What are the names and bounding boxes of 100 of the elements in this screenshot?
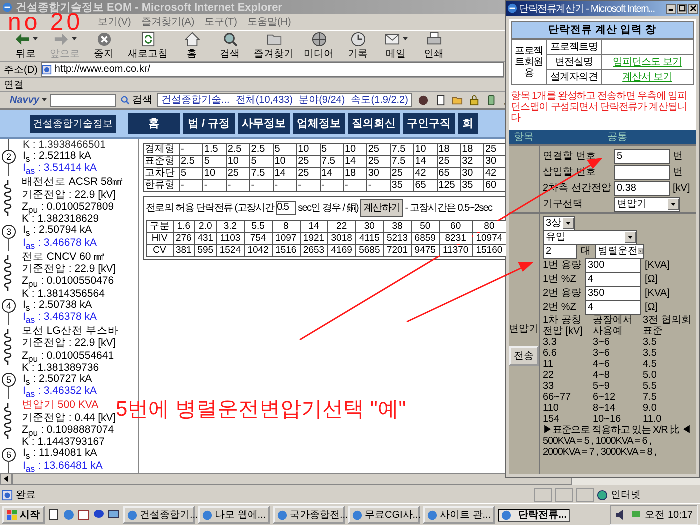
- document-icon[interactable]: [435, 94, 446, 106]
- start-button[interactable]: 시작: [2, 506, 45, 524]
- table-cell: 4~6: [593, 359, 643, 370]
- nav-tab[interactable]: 질의회신: [348, 113, 400, 134]
- window-title: 건설종합기술정보 EOM - Microsoft Internet Explorer: [16, 0, 282, 14]
- field-label: 2번 %Z: [543, 301, 578, 314]
- nav-tab[interactable]: 업체정보: [293, 113, 345, 134]
- lock-icon[interactable]: [469, 94, 480, 106]
- taskbar-button[interactable]: 나모 웹에...: [198, 506, 270, 524]
- node-value: 기준전압 : 22.9 [kV]: [22, 262, 116, 276]
- menu-item[interactable]: 도구(T): [204, 15, 238, 29]
- unit-label: [Ω]: [645, 302, 658, 312]
- table-cell: 18: [460, 144, 484, 156]
- menu-item[interactable]: 즐겨찾기(A): [141, 15, 195, 29]
- folder-icon[interactable]: [452, 94, 464, 106]
- nav-tab[interactable]: 회: [458, 113, 478, 134]
- table-cell-text: 154: [543, 414, 561, 425]
- address-field[interactable]: http://www.eom.co.kr/: [40, 62, 504, 77]
- scrollbar-thumb[interactable]: [12, 473, 572, 485]
- close-button[interactable]: [688, 4, 698, 14]
- taskbar-button[interactable]: 건설종합기...: [123, 506, 195, 524]
- taskbar-button[interactable]: 단락전류...: [498, 508, 570, 522]
- table-cell: 7.5: [390, 144, 414, 156]
- node-number: 2: [2, 150, 16, 164]
- dropdown[interactable]: 유입: [543, 230, 637, 244]
- cable-note: - 고장시간은 0.5~2sec: [405, 202, 492, 215]
- calculate-button[interactable]: 계산하기: [360, 199, 404, 217]
- toolbar-button[interactable]: 중지: [86, 31, 122, 61]
- toolbar-brand[interactable]: Navvy: [10, 94, 40, 106]
- input-field[interactable]: 0.38: [614, 180, 670, 196]
- caret-icon[interactable]: [42, 98, 48, 102]
- input-field[interactable]: 300: [585, 258, 641, 272]
- taskbar-button[interactable]: 사이트 관...: [423, 506, 495, 524]
- dropdown[interactable]: 병렬운전: [595, 244, 644, 258]
- table-cell: 2.5: [250, 144, 274, 156]
- taskbar-button[interactable]: 무료CGI사...: [348, 506, 420, 524]
- table-cell: 프로젝트회원용: [512, 40, 546, 84]
- address-label: 주소(D): [4, 64, 38, 76]
- battery-icon[interactable]: [486, 94, 498, 106]
- input-field[interactable]: 2: [543, 244, 577, 258]
- search-button[interactable]: 검색: [119, 93, 154, 107]
- taskbar-button[interactable]: 국가종합전...: [273, 506, 345, 524]
- input-field[interactable]: 350: [585, 286, 641, 300]
- unit-label: [Ω]: [645, 274, 658, 284]
- table-header: 공장에서 사용예: [593, 315, 643, 337]
- toolbar-button[interactable]: 인쇄: [416, 31, 452, 61]
- calendar-icon[interactable]: [78, 509, 90, 521]
- table-cell: 10: [343, 144, 367, 156]
- dropdown-arrow-icon: [638, 246, 643, 256]
- browser-icon: [202, 510, 213, 520]
- send-button[interactable]: 전송: [509, 346, 539, 366]
- time-input[interactable]: 0.5: [276, 201, 296, 215]
- site-stat: 전체(10,433): [236, 94, 294, 107]
- input-field[interactable]: 5: [614, 148, 670, 164]
- toolbar-button[interactable]: 메일: [378, 31, 414, 61]
- table-cell: 25: [390, 168, 414, 180]
- nav-tab[interactable]: 법 / 규정: [183, 113, 235, 134]
- toolbar-button[interactable]: 미디어: [300, 31, 338, 61]
- annotation-note: 5번에 병렬운전변압기선택 "예": [116, 398, 406, 422]
- toolbar-button[interactable]: 기록: [340, 31, 376, 61]
- segment-name: 전로 CNCV 60 ㎟: [22, 250, 106, 263]
- window-title: 단락전류계산기 - Microsoft Intern...: [519, 2, 655, 16]
- disc-icon[interactable]: [418, 94, 430, 106]
- caret-icon: [402, 37, 408, 41]
- table-header: 22: [328, 220, 356, 232]
- menu-item[interactable]: 도움말(H): [247, 15, 292, 29]
- notepad-icon[interactable]: [48, 509, 60, 521]
- input-field[interactable]: 4: [585, 300, 641, 314]
- links-label[interactable]: 연결: [4, 78, 24, 92]
- table-cell: 5: [180, 168, 203, 180]
- table-cell: 110: [543, 403, 593, 414]
- toolbar-button[interactable]: 즐겨찾기: [250, 31, 298, 61]
- nav-tab[interactable]: 구인구직: [403, 113, 455, 134]
- nav-tab[interactable]: 사무정보: [238, 113, 290, 134]
- nav-tab[interactable]: 홈: [128, 113, 180, 134]
- table-cell: CV: [146, 244, 174, 256]
- dropdown[interactable]: 3상: [543, 216, 575, 230]
- site-logo[interactable]: 건설종합기술정보: [30, 114, 116, 132]
- input-field[interactable]: [614, 164, 670, 180]
- dropdown[interactable]: 변압기: [614, 196, 680, 212]
- toolbar-button[interactable]: 뒤로: [8, 31, 44, 61]
- table-cell: 10: [202, 168, 226, 180]
- menu-item[interactable]: 보기(V): [98, 15, 132, 29]
- field-label: 1번 용량: [543, 259, 581, 272]
- node-value: 기준전압 : 22.9 [kV]: [22, 188, 118, 201]
- maximize-button[interactable]: [677, 4, 687, 14]
- monitor-icon[interactable]: [108, 509, 120, 521]
- dropdown-arrow-icon: [625, 232, 636, 242]
- toolbar-button[interactable]: 검색: [212, 31, 248, 61]
- input-field[interactable]: 4: [585, 272, 641, 286]
- scroll-left-button[interactable]: [0, 473, 12, 485]
- minimize-button[interactable]: [666, 4, 676, 14]
- envelope-icon: [384, 32, 400, 46]
- table-cell: HIV: [146, 232, 174, 244]
- unit-label: [kV]: [673, 182, 690, 194]
- table-cell: 5~9: [593, 381, 643, 392]
- chat-icon[interactable]: [93, 509, 105, 521]
- toolbar-button[interactable]: 새로고침: [124, 31, 172, 61]
- toolbar-button[interactable]: 홈: [174, 31, 210, 61]
- search-field[interactable]: [50, 94, 116, 106]
